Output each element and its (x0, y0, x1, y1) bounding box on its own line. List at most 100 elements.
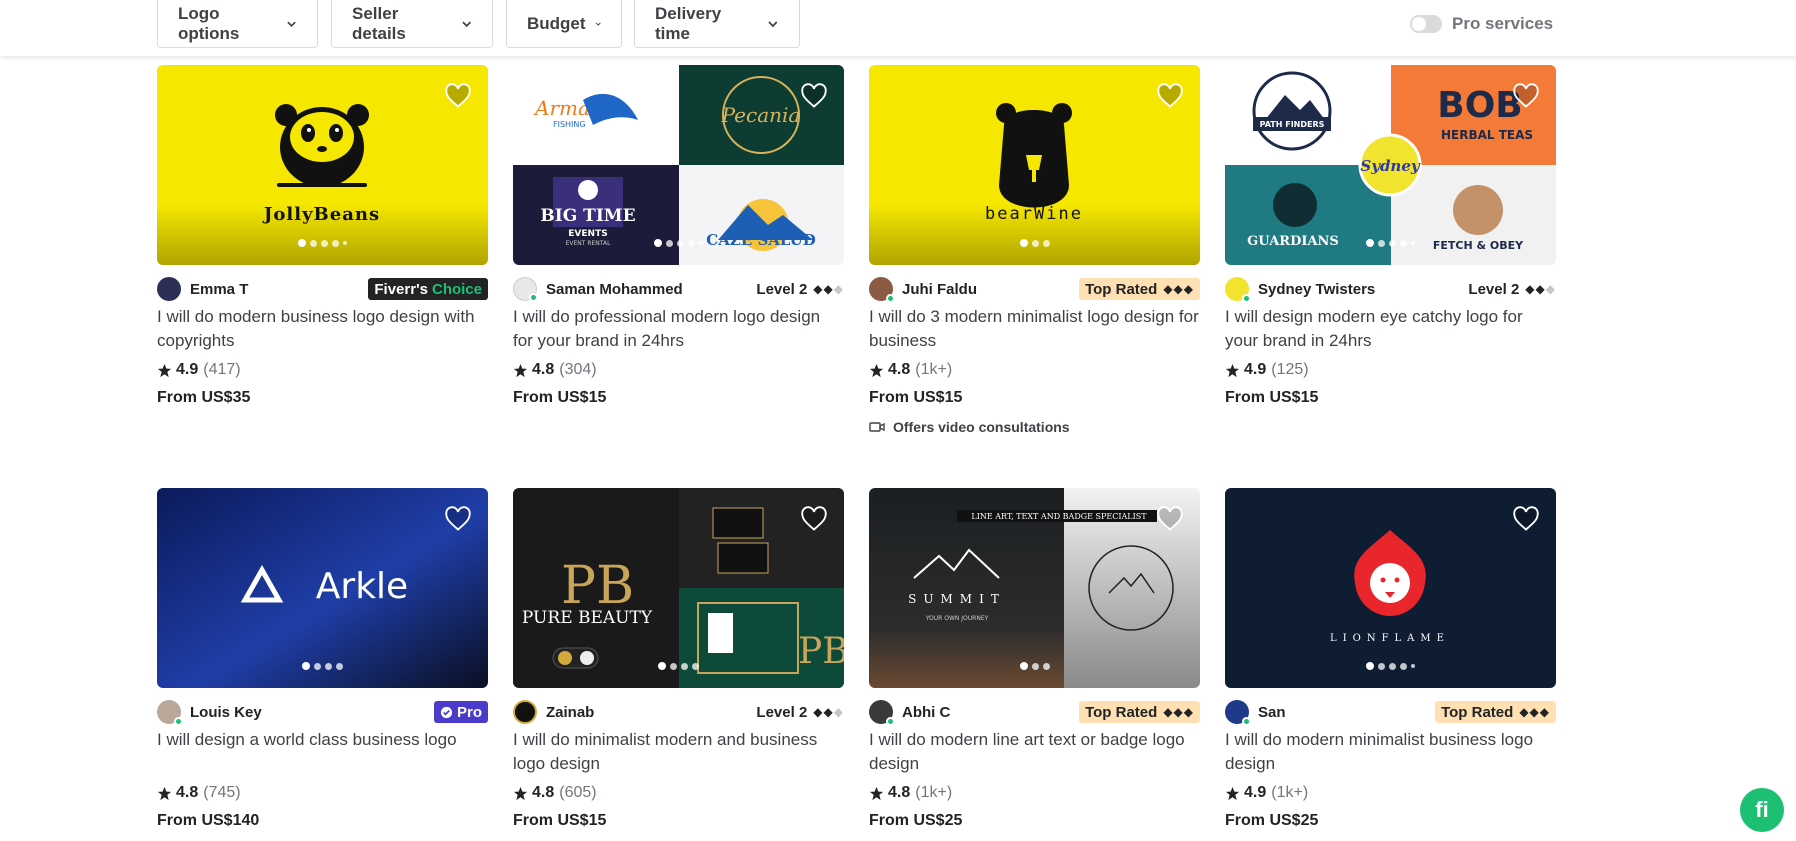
level-diamonds-icon: ◆◆◆ (1163, 705, 1194, 719)
filter-delivery-time-button[interactable]: Delivery time (634, 0, 800, 48)
gig-image-text: bearWine (985, 204, 1083, 224)
filter-logo-options-button[interactable]: Logo options (157, 0, 318, 48)
favorite-heart-icon[interactable] (1156, 83, 1184, 109)
gig-thumbnail[interactable]: PB PURE BEAUTY PB (513, 488, 844, 688)
star-icon (157, 786, 172, 800)
fiverrs-choice-badge: Fiverr's Choice (368, 278, 488, 300)
favorite-heart-icon[interactable] (800, 83, 828, 109)
avatar[interactable] (869, 277, 895, 303)
gig-card[interactable]: PB PURE BEAUTY PB Zainab Level 2 ◆◆◆ I wi… (513, 488, 844, 830)
seller-name[interactable]: Juhi Faldu (902, 281, 977, 298)
level-diamonds-icon: ◆◆◆ (813, 705, 844, 719)
rating-score: 4.9 (1244, 784, 1267, 801)
seller-name[interactable]: Sydney Twisters (1258, 281, 1375, 298)
seller-name[interactable]: Louis Key (190, 704, 262, 721)
avatar[interactable] (513, 277, 538, 302)
gig-price[interactable]: From US$25 (1225, 812, 1556, 830)
gig-price[interactable]: From US$140 (157, 812, 488, 830)
filter-seller-details-button[interactable]: Seller details (331, 0, 493, 48)
avatar[interactable] (869, 700, 895, 726)
gig-card[interactable]: bearWine Juhi Faldu Top Rated ◆◆◆ I will … (869, 65, 1200, 435)
gig-card[interactable]: PATH FINDERS BOB HERBAL TEAS Sydney GUAR… (1225, 65, 1556, 407)
gig-price[interactable]: From US$15 (1225, 389, 1556, 407)
toggle-switch[interactable] (1410, 15, 1442, 33)
gig-rating: 4.9 (1k+) (1225, 784, 1556, 802)
gig-card[interactable]: Armani FISHING Pecania BIG TIME EVENTS E… (513, 65, 844, 407)
seller-name[interactable]: Emma T (190, 281, 248, 298)
avatar[interactable] (513, 700, 537, 724)
rating-score: 4.8 (888, 784, 911, 801)
gig-price[interactable]: From US$15 (869, 389, 1200, 407)
seller-name[interactable]: Zainab (546, 704, 594, 721)
gig-title[interactable]: I will do professional modern logo desig… (513, 305, 844, 353)
rating-score: 4.9 (1244, 361, 1267, 378)
gig-thumbnail[interactable]: Armani FISHING Pecania BIG TIME EVENTS E… (513, 65, 844, 265)
favorite-heart-icon[interactable] (1156, 506, 1184, 532)
favorite-heart-icon[interactable] (444, 83, 472, 109)
seller-name[interactable]: Abhi C (902, 704, 950, 721)
gig-thumbnail[interactable]: PATH FINDERS BOB HERBAL TEAS Sydney GUAR… (1225, 65, 1556, 265)
favorite-heart-icon[interactable] (1512, 506, 1540, 532)
carousel-dots[interactable] (869, 662, 1200, 670)
gig-title[interactable]: I will do modern minimalist business log… (1225, 728, 1556, 776)
gig-title[interactable]: I will do minimalist modern and business… (513, 728, 844, 776)
gig-thumbnail[interactable]: LIONFLAME (1225, 488, 1556, 688)
gig-title[interactable]: I will do 3 modern minimalist logo desig… (869, 305, 1200, 353)
carousel-dots[interactable] (513, 239, 844, 247)
avatar[interactable] (157, 700, 183, 726)
favorite-heart-icon[interactable] (444, 506, 472, 532)
carousel-dots[interactable] (1225, 239, 1556, 247)
gig-price[interactable]: From US$15 (513, 389, 844, 407)
gig-card[interactable]: JollyBeans Emma T Fiverr's Choice I will … (157, 65, 488, 407)
svg-text:Sydney: Sydney (1360, 157, 1420, 175)
gig-price[interactable]: From US$35 (157, 389, 488, 407)
gig-title[interactable]: I will design a world class business log… (157, 728, 488, 776)
level-diamonds-icon: ◆◆◆ (1519, 705, 1550, 719)
favorite-heart-icon[interactable] (1512, 83, 1540, 109)
svg-text:BOB: BOB (1437, 85, 1522, 126)
carousel-dots[interactable] (1225, 662, 1556, 670)
gig-rating: 4.8 (1k+) (869, 784, 1200, 802)
avatar[interactable] (157, 277, 181, 301)
gig-price[interactable]: From US$15 (513, 812, 844, 830)
gig-thumbnail[interactable]: JollyBeans (157, 65, 488, 265)
rating-score: 4.9 (176, 361, 199, 378)
level-diamonds-icon: ◆◆◆ (813, 282, 844, 296)
svg-text:PURE BEAUTY: PURE BEAUTY (522, 608, 653, 628)
star-icon (513, 786, 528, 800)
gig-image-text: JollyBeans (262, 204, 380, 225)
top-rated-badge: Top Rated ◆◆◆ (1435, 701, 1556, 723)
avatar[interactable] (1225, 700, 1251, 726)
gig-rating: 4.9 (125) (1225, 361, 1556, 379)
review-count: (417) (203, 361, 241, 378)
fiverr-chat-button[interactable]: fi (1740, 788, 1784, 832)
gig-card[interactable]: Arkle Louis Key Pro I will design a worl… (157, 488, 488, 830)
pro-services-toggle[interactable]: Pro services (1410, 14, 1553, 34)
gig-thumbnail[interactable]: Arkle (157, 488, 488, 688)
gig-title[interactable]: I will design modern eye catchy logo for… (1225, 305, 1556, 353)
star-icon (869, 786, 884, 800)
chevron-down-icon (595, 22, 601, 26)
gig-thumbnail[interactable]: bearWine (869, 65, 1200, 265)
filter-budget-button[interactable]: Budget (506, 0, 622, 48)
seller-name[interactable]: San (1258, 704, 1286, 721)
carousel-dots[interactable] (513, 662, 844, 670)
carousel-dots[interactable] (869, 239, 1200, 247)
gig-card[interactable]: LINE ART, TEXT AND BADGE SPECIALIST SUMM… (869, 488, 1200, 830)
gig-card[interactable]: LIONFLAME San Top Rated ◆◆◆ I will do mod… (1225, 488, 1556, 830)
gig-title[interactable]: I will do modern business logo design wi… (157, 305, 488, 353)
favorite-heart-icon[interactable] (800, 506, 828, 532)
online-indicator (529, 293, 538, 302)
svg-text:PB: PB (561, 556, 634, 616)
online-indicator (1242, 294, 1251, 303)
gig-price[interactable]: From US$25 (869, 812, 1200, 830)
gig-thumbnail[interactable]: LINE ART, TEXT AND BADGE SPECIALIST SUMM… (869, 488, 1200, 688)
carousel-dots[interactable] (157, 239, 488, 247)
carousel-dots[interactable] (157, 662, 488, 670)
avatar[interactable] (1225, 277, 1251, 303)
seller-name[interactable]: Saman Mohammed (546, 281, 683, 298)
review-count: (1k+) (915, 361, 953, 378)
fiverr-logo-icon: fi (1755, 797, 1769, 822)
gig-rating: 4.8 (605) (513, 784, 844, 802)
gig-title[interactable]: I will do modern line art text or badge … (869, 728, 1200, 776)
